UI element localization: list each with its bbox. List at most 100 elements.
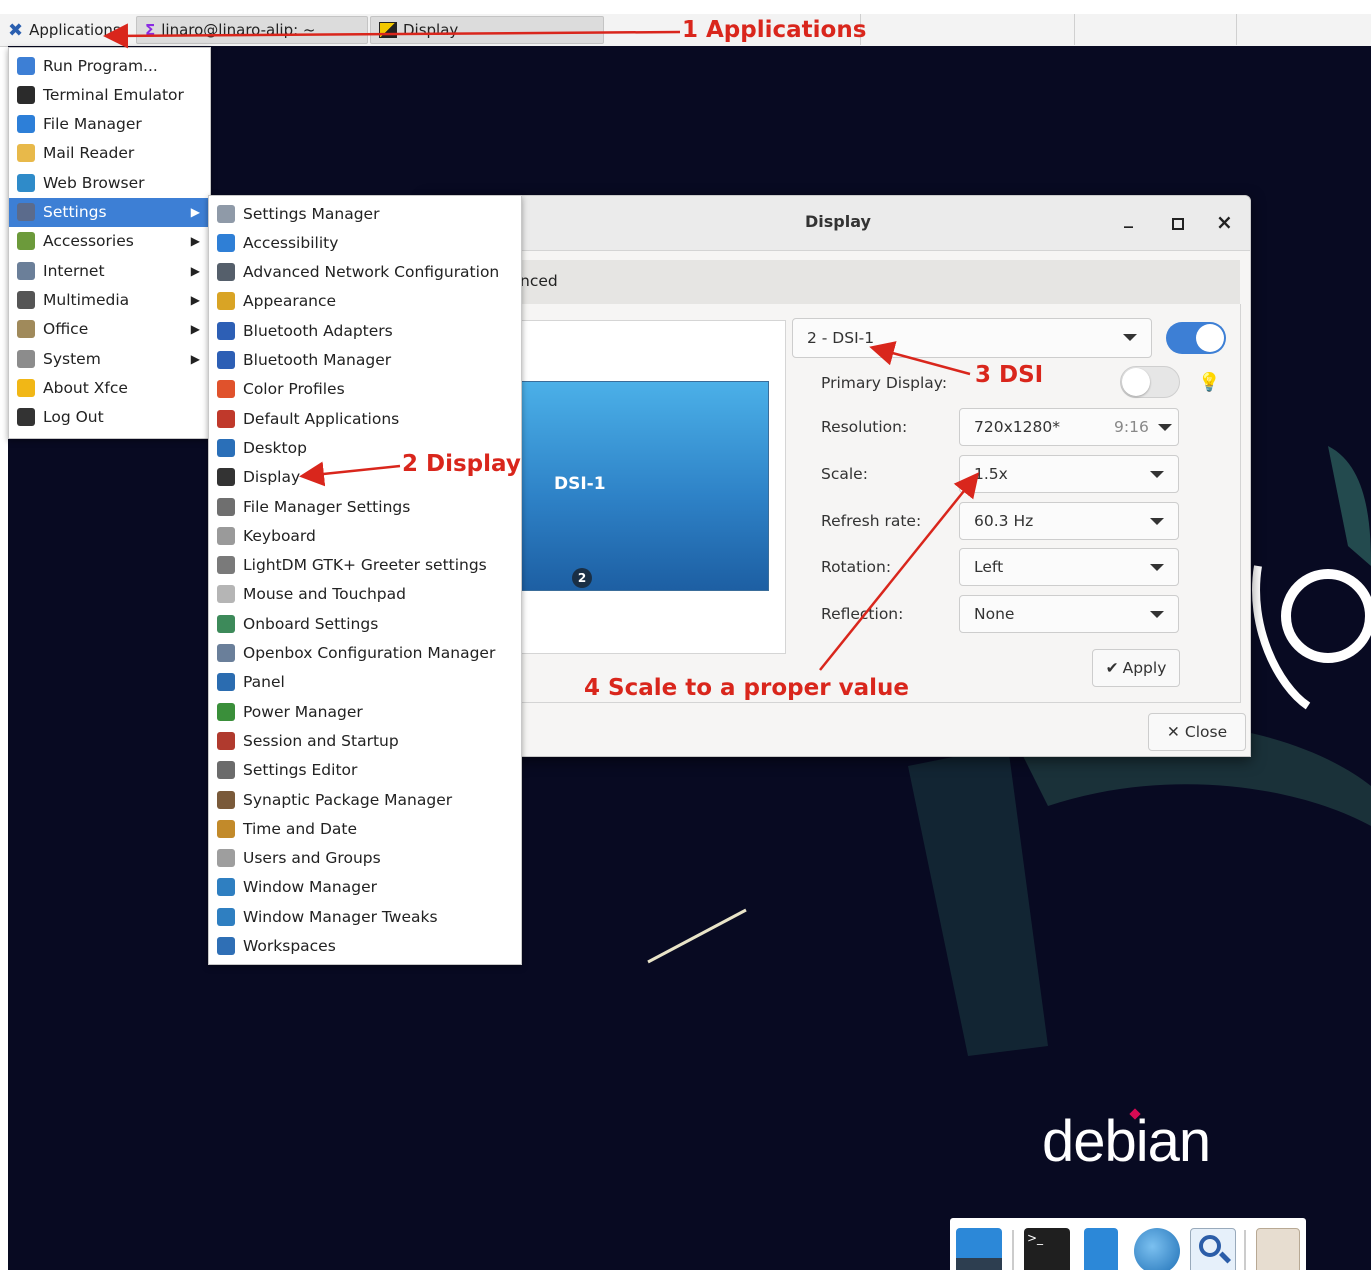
settings-manager-icon bbox=[217, 204, 235, 223]
file-manager-icon[interactable] bbox=[1084, 1228, 1118, 1270]
settings-item-bluetooth-manager[interactable]: Bluetooth Manager bbox=[209, 346, 521, 375]
settings-item-synaptic-package-manager[interactable]: Synaptic Package Manager bbox=[209, 785, 521, 814]
folder-icon[interactable] bbox=[1256, 1228, 1300, 1270]
menu-item-run-program[interactable]: Run Program... bbox=[9, 51, 210, 80]
close-button[interactable]: ✕ Close bbox=[1148, 713, 1246, 751]
settings-item-advanced-network-configuration[interactable]: Advanced Network Configuration bbox=[209, 258, 521, 287]
primary-display-label: Primary Display: bbox=[821, 374, 948, 392]
minimize-icon[interactable]: _ bbox=[1124, 208, 1133, 229]
settings-item-file-manager-settings[interactable]: File Manager Settings bbox=[209, 492, 521, 521]
settings-item-time-and-date[interactable]: Time and Date bbox=[209, 814, 521, 843]
menu-item-terminal-emulator[interactable]: Terminal Emulator bbox=[9, 80, 210, 109]
lightdm-icon bbox=[217, 556, 235, 575]
terminal-icon[interactable]: >_ bbox=[1024, 1228, 1070, 1270]
monitor-badge: 2 bbox=[572, 568, 592, 588]
window-tweaks-icon bbox=[217, 907, 235, 926]
accessories-icon bbox=[17, 232, 35, 251]
display-enable-toggle[interactable] bbox=[1166, 322, 1226, 354]
menu-item-internet[interactable]: Internet ▶ bbox=[9, 256, 210, 285]
display-select[interactable]: 2 - DSI-1 bbox=[792, 318, 1152, 358]
chevron-down-icon bbox=[1150, 471, 1164, 478]
menu-item-system[interactable]: System ▶ bbox=[9, 344, 210, 373]
menu-item-accessories[interactable]: Accessories ▶ bbox=[9, 227, 210, 256]
settings-item-workspaces[interactable]: Workspaces bbox=[209, 932, 521, 961]
package-icon bbox=[217, 790, 235, 809]
reflection-select[interactable]: None bbox=[959, 595, 1179, 633]
refresh-rate-select[interactable]: 60.3 Hz bbox=[959, 502, 1179, 540]
settings-item-settings-editor[interactable]: Settings Editor bbox=[209, 756, 521, 785]
menu-item-office[interactable]: Office ▶ bbox=[9, 315, 210, 344]
settings-item-session-and-startup[interactable]: Session and Startup bbox=[209, 726, 521, 755]
lightbulb-icon[interactable]: 💡 bbox=[1198, 372, 1220, 393]
star-icon bbox=[17, 378, 35, 397]
settings-item-users-and-groups[interactable]: Users and Groups bbox=[209, 844, 521, 873]
settings-item-panel[interactable]: Panel bbox=[209, 668, 521, 697]
settings-item-window-manager-tweaks[interactable]: Window Manager Tweaks bbox=[209, 902, 521, 931]
apply-label: Apply bbox=[1122, 659, 1167, 677]
applications-menu-button[interactable]: ✖ Applications bbox=[8, 16, 126, 44]
app-finder-icon[interactable] bbox=[1190, 1228, 1236, 1270]
settings-item-label: Onboard Settings bbox=[243, 614, 379, 633]
menu-item-settings[interactable]: Settings ▶ bbox=[9, 197, 210, 227]
settings-item-power-manager[interactable]: Power Manager bbox=[209, 697, 521, 726]
keyboard-icon bbox=[217, 526, 235, 545]
show-desktop-icon[interactable] bbox=[956, 1228, 1002, 1270]
settings-item-accessibility[interactable]: Accessibility bbox=[209, 228, 521, 257]
appearance-icon bbox=[217, 292, 235, 311]
menu-item-log-out[interactable]: Log Out bbox=[9, 403, 210, 432]
apply-button[interactable]: ✔ Apply bbox=[1092, 649, 1180, 687]
desktop-icon bbox=[217, 438, 235, 457]
close-icon[interactable]: × bbox=[1216, 210, 1233, 234]
settings-item-lightdm-gtk-greeter-settings[interactable]: LightDM GTK+ Greeter settings bbox=[209, 551, 521, 580]
settings-item-window-manager[interactable]: Window Manager bbox=[209, 873, 521, 902]
maximize-icon[interactable] bbox=[1172, 218, 1184, 230]
menu-item-label: System bbox=[43, 349, 101, 368]
annotation-1: 1 Applications bbox=[682, 17, 867, 43]
settings-item-label: Window Manager Tweaks bbox=[243, 907, 438, 926]
scale-select[interactable]: 1.5x bbox=[959, 455, 1179, 493]
settings-item-label: Settings Editor bbox=[243, 761, 358, 780]
tab-advanced[interactable]: nced bbox=[520, 272, 558, 290]
settings-item-label: Keyboard bbox=[243, 526, 316, 545]
settings-item-label: Power Manager bbox=[243, 702, 363, 721]
settings-item-bluetooth-adapters[interactable]: Bluetooth Adapters bbox=[209, 316, 521, 345]
applications-label: Applications bbox=[29, 21, 121, 39]
settings-item-default-applications[interactable]: Default Applications bbox=[209, 404, 521, 433]
web-browser-icon[interactable] bbox=[1134, 1228, 1180, 1270]
chevron-down-icon bbox=[1150, 518, 1164, 525]
logout-icon bbox=[17, 408, 35, 427]
tab-bar: nced bbox=[426, 260, 1240, 305]
taskbar-item-display[interactable]: Display bbox=[370, 16, 604, 44]
settings-item-label: Bluetooth Manager bbox=[243, 351, 392, 369]
scale-label: Scale: bbox=[821, 465, 868, 483]
menu-item-about-xfce[interactable]: About Xfce bbox=[9, 373, 210, 402]
settings-item-openbox-configuration-manager[interactable]: Openbox Configuration Manager bbox=[209, 639, 521, 668]
settings-item-label: Session and Startup bbox=[243, 731, 399, 750]
settings-item-settings-manager[interactable]: Settings Manager bbox=[209, 199, 521, 228]
rotation-select[interactable]: Left bbox=[959, 548, 1179, 586]
settings-item-onboard-settings[interactable]: Onboard Settings bbox=[209, 609, 521, 638]
bluetooth-adapter-icon bbox=[217, 321, 235, 340]
settings-item-appearance[interactable]: Appearance bbox=[209, 287, 521, 316]
settings-item-label: Default Applications bbox=[243, 409, 400, 428]
office-icon bbox=[17, 320, 35, 339]
resolution-select[interactable]: 720x1280* 9:16 bbox=[959, 408, 1179, 446]
panel-separator bbox=[1236, 14, 1237, 45]
settings-item-keyboard[interactable]: Keyboard bbox=[209, 521, 521, 550]
menu-item-file-manager[interactable]: File Manager bbox=[9, 110, 210, 139]
taskbar-item-terminal[interactable]: Σ linaro@linaro-alip: ~ bbox=[136, 16, 368, 44]
settings-item-label: Color Profiles bbox=[243, 380, 345, 399]
menu-item-mail-reader[interactable]: Mail Reader bbox=[9, 139, 210, 168]
menu-item-web-browser[interactable]: Web Browser bbox=[9, 168, 210, 197]
check-icon: ✔ bbox=[1105, 659, 1119, 677]
refresh-rate-value: 60.3 Hz bbox=[974, 512, 1034, 530]
debian-logo: debian bbox=[1042, 1109, 1211, 1174]
dialog-titlebar[interactable]: Display _ × bbox=[426, 196, 1250, 251]
menu-item-multimedia[interactable]: Multimedia ▶ bbox=[9, 285, 210, 314]
mouse-icon bbox=[217, 585, 235, 604]
settings-item-label: Appearance bbox=[243, 292, 337, 311]
settings-item-mouse-and-touchpad[interactable]: Mouse and Touchpad bbox=[209, 580, 521, 609]
reflection-value: None bbox=[974, 605, 1015, 623]
primary-display-toggle[interactable] bbox=[1120, 366, 1180, 398]
settings-item-color-profiles[interactable]: Color Profiles bbox=[209, 375, 521, 404]
